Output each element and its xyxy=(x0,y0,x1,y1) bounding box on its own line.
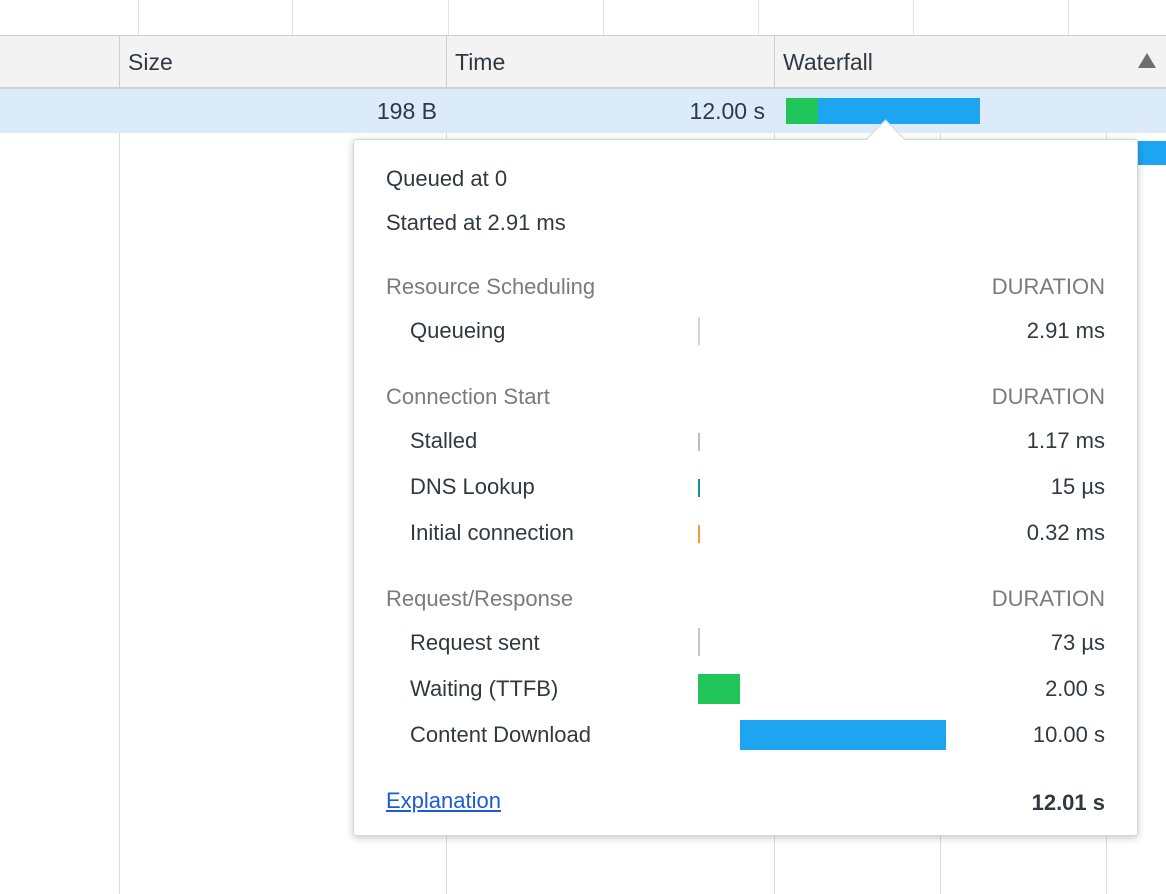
row-size-cell: 198 B xyxy=(376,98,437,124)
waterfall-waiting-bar[interactable] xyxy=(786,98,818,124)
column-header-time-label: Time xyxy=(455,49,506,75)
column-divider xyxy=(448,0,449,35)
timing-label-dns-lookup: DNS Lookup xyxy=(410,474,535,499)
column-divider xyxy=(913,0,914,35)
content-download-bar xyxy=(740,720,946,750)
started-at-text: Started at 2.91 ms xyxy=(386,210,566,235)
sort-ascending-icon[interactable] xyxy=(1138,53,1156,68)
timing-label-request-sent: Request sent xyxy=(410,630,540,655)
table-row-selected[interactable]: 198 B 12.00 s xyxy=(0,89,1166,133)
timing-popup: Queued at 0 Started at 2.91 ms Resource … xyxy=(353,119,1138,836)
waterfall-next-row-bar[interactable] xyxy=(1138,141,1166,165)
total-duration: 12.01 s xyxy=(1031,790,1105,815)
column-header-size[interactable]: Size xyxy=(119,36,446,88)
request-sent-bar xyxy=(698,628,700,656)
stalled-bar xyxy=(698,433,700,451)
section-title-request-response: Request/Response xyxy=(386,586,574,611)
column-header-waterfall[interactable]: Waterfall xyxy=(774,36,1166,88)
timing-value-request-sent: 73 µs xyxy=(1050,630,1105,655)
column-divider xyxy=(603,0,604,35)
column-header-waterfall-label: Waterfall xyxy=(783,49,873,75)
waiting-ttfb-bar xyxy=(698,674,740,704)
queueing-bar xyxy=(698,317,700,345)
column-divider xyxy=(292,0,293,35)
timing-value-dns-lookup: 15 µs xyxy=(1050,474,1105,499)
section-title-resource-scheduling: Resource Scheduling xyxy=(386,274,596,299)
top-toolbar-strip xyxy=(0,0,1166,35)
waterfall-download-bar[interactable] xyxy=(818,98,980,124)
timing-value-content-download: 10.00 s xyxy=(1032,722,1105,747)
column-divider xyxy=(138,0,139,35)
dns-lookup-bar xyxy=(698,479,700,497)
table-header-row: Size Time Waterfall xyxy=(0,35,1166,89)
timing-value-stalled: 1.17 ms xyxy=(1026,428,1105,453)
grid-line xyxy=(119,89,120,894)
timing-label-content-download: Content Download xyxy=(410,722,592,747)
timing-label-queueing: Queueing xyxy=(410,318,506,343)
queued-at-text: Queued at 0 xyxy=(386,166,508,191)
timing-label-waiting-ttfb: Waiting (TTFB) xyxy=(410,676,559,701)
timing-label-initial-connection: Initial connection xyxy=(410,520,574,545)
explanation-link[interactable]: Explanation xyxy=(386,788,501,814)
timing-label-stalled: Stalled xyxy=(410,428,478,453)
timing-value-waiting-ttfb: 2.00 s xyxy=(1045,676,1105,701)
timing-value-queueing: 2.91 ms xyxy=(1026,318,1105,343)
column-divider xyxy=(1068,0,1069,35)
timing-value-initial-connection: 0.32 ms xyxy=(1026,520,1105,545)
column-header-size-label: Size xyxy=(128,49,173,75)
duration-header: DURATION xyxy=(991,274,1105,299)
duration-header: DURATION xyxy=(991,384,1105,409)
duration-header: DURATION xyxy=(991,586,1105,611)
column-divider xyxy=(758,0,759,35)
row-time-cell: 12.00 s xyxy=(689,98,765,124)
initial-connection-bar xyxy=(698,525,700,543)
column-header-time[interactable]: Time xyxy=(446,36,774,88)
section-title-connection-start: Connection Start xyxy=(386,384,550,409)
